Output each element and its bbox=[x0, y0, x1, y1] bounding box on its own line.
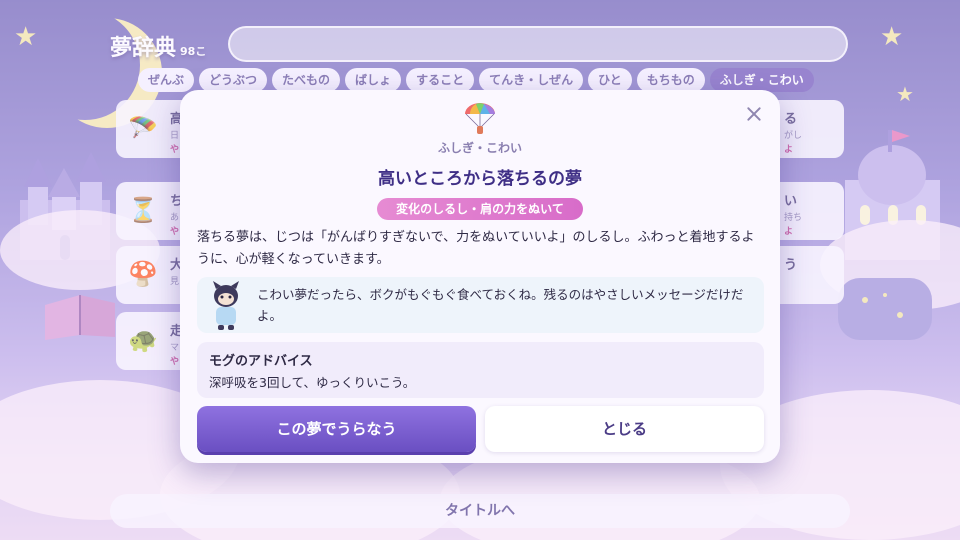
advice-heading: モグのアドバイス bbox=[209, 354, 313, 369]
mascot-speech-text: こわい夢だったら、ボクがもぐもぐ食べておくね。残るのはやさしいメッセージだけだよ… bbox=[257, 287, 744, 323]
dream-description: 落ちる夢は、じつは「がんばりすぎないで、力をぬいていいよ」のしるし。ふわっと着地… bbox=[197, 230, 755, 267]
dream-detail-modal: ふしぎ・こわい 高いところから落ちるの夢 変化のしるし・肩の力をぬいて 落ちる夢… bbox=[180, 90, 780, 463]
advice-box: モグのアドバイス 深呼吸を3回して、ゆっくりいこう。 bbox=[197, 342, 764, 398]
meaning-badge: 変化のしるし・肩の力をぬいて bbox=[377, 198, 583, 220]
advice-text: 深呼吸を3回して、ゆっくりいこう。 bbox=[209, 375, 416, 390]
modal-title: 高いところから落ちるの夢 bbox=[378, 169, 582, 189]
parachute-icon bbox=[465, 103, 495, 134]
mogu-mascot-icon bbox=[213, 281, 239, 330]
close-icon[interactable] bbox=[742, 102, 766, 126]
fortune-with-dream-button[interactable]: この夢でうらなう bbox=[197, 406, 476, 452]
close-button[interactable]: とじる bbox=[485, 406, 764, 452]
modal-category: ふしぎ・こわい bbox=[437, 141, 522, 155]
mascot-speech-box: こわい夢だったら、ボクがもぐもぐ食べておくね。残るのはやさしいメッセージだけだよ… bbox=[197, 277, 764, 333]
